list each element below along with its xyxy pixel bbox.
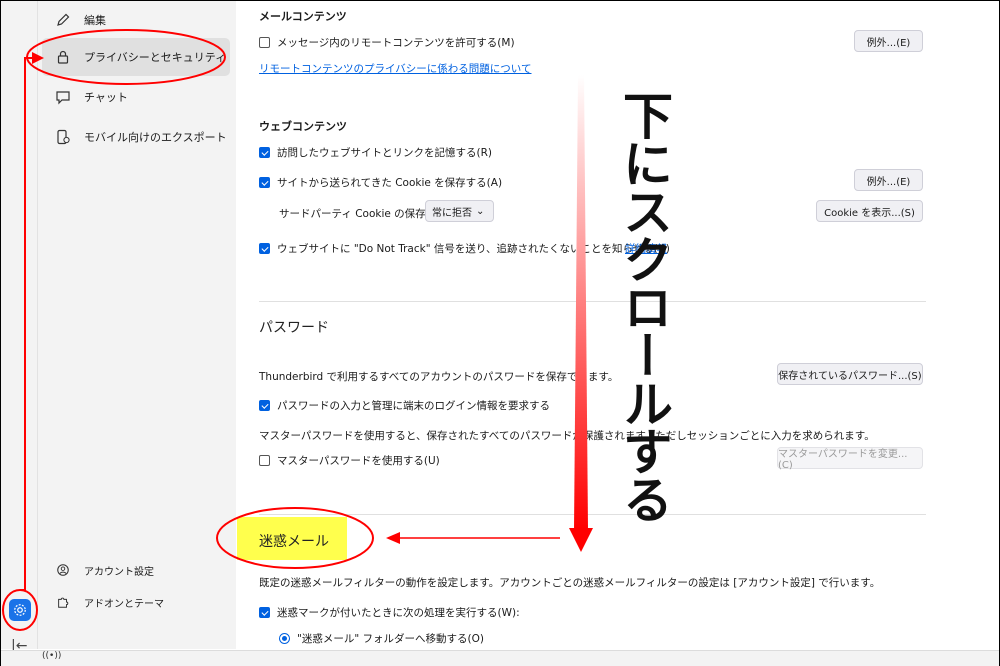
annotation-ellipse-privacy [26, 29, 226, 85]
annotation-ellipse-gear [2, 589, 38, 631]
annotation-arrowhead-junk [386, 532, 400, 544]
annotation-scroll-arrowhead [569, 528, 593, 552]
annotation-overlay [2, 29, 593, 631]
annotation-arrowhead-privacy [32, 52, 44, 64]
annotation-connector-line [20, 57, 33, 591]
annotation-ellipse-junk [216, 507, 374, 569]
annotation-scroll-arrow-shaft [574, 75, 588, 530]
scroll-down-instruction: 下にスクロールする [615, 90, 673, 522]
